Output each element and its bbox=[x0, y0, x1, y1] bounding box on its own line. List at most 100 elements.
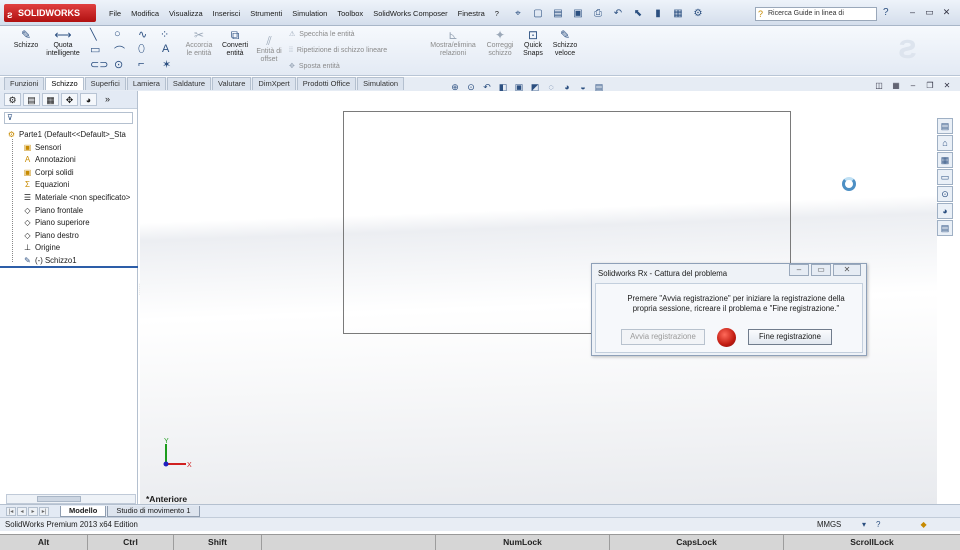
minimize-button[interactable]: – bbox=[905, 5, 920, 19]
last-tab-arrow-icon[interactable]: ▸| bbox=[39, 507, 49, 516]
sketch-button[interactable]: ✎ Schizzo bbox=[8, 28, 44, 50]
rectangle-icon[interactable]: ▭ bbox=[90, 43, 100, 56]
convert-entities-button[interactable]: ⧉ Converti entità bbox=[217, 28, 253, 58]
menu-finestra[interactable]: Finestra bbox=[453, 8, 490, 20]
tab-superfici[interactable]: Superfici bbox=[84, 77, 126, 90]
appearances-icon[interactable]: ◕ bbox=[937, 203, 953, 219]
menu-simulation[interactable]: Simulation bbox=[287, 8, 332, 20]
tab-schizzo[interactable]: Schizzo bbox=[45, 77, 84, 90]
next-tab-arrow-icon[interactable]: ▸ bbox=[28, 507, 38, 516]
tree-item-origine[interactable]: ⊥ Origine bbox=[0, 242, 138, 255]
first-tab-arrow-icon[interactable]: |◂ bbox=[6, 507, 16, 516]
tab-saldature[interactable]: Saldature bbox=[166, 77, 212, 90]
display-manager-tab-icon[interactable]: ◕ bbox=[80, 93, 97, 106]
select-arrow-icon[interactable]: ⬉ bbox=[630, 6, 646, 20]
tab-prodotti-office[interactable]: Prodotti Office bbox=[296, 77, 357, 90]
tree-item-piano-frontale[interactable]: ◇ Piano frontale bbox=[0, 205, 138, 218]
tab-modello[interactable]: Modello bbox=[60, 506, 107, 517]
tree-horizontal-scrollbar[interactable] bbox=[6, 494, 136, 504]
tree-item-corpi-solidi[interactable]: ▣ Corpi solidi bbox=[0, 167, 138, 180]
resources-icon[interactable]: ▤ bbox=[937, 118, 953, 134]
search-input[interactable]: ? Ricerca Guide in linea di bbox=[755, 7, 877, 21]
tab-funzioni[interactable]: Funzioni bbox=[4, 77, 45, 90]
stop-recording-button[interactable]: Fine registrazione bbox=[748, 329, 832, 345]
tree-item-materiale[interactable]: ☰ Materiale <non specificato> bbox=[0, 192, 138, 205]
undo-icon[interactable]: ↶ bbox=[610, 6, 626, 20]
tab-dimxpert[interactable]: DimXpert bbox=[252, 77, 296, 90]
menu-strumenti[interactable]: Strumenti bbox=[245, 8, 287, 20]
slot-icon[interactable]: ⊂⊃ bbox=[90, 58, 108, 71]
spline-icon[interactable]: ∿ bbox=[138, 28, 147, 41]
restore-button[interactable]: ▭ bbox=[922, 5, 937, 19]
custom-properties-icon[interactable]: ▤ bbox=[937, 220, 953, 236]
dialog-maximize-button[interactable]: ▭ bbox=[811, 264, 831, 276]
menu-visualizza[interactable]: Visualizza bbox=[164, 8, 208, 20]
quick-snaps-button[interactable]: ⊡ Quick Snaps bbox=[518, 28, 548, 58]
tab-motion-study[interactable]: Studio di movimento 1 bbox=[107, 506, 200, 517]
rebuild-status-icon[interactable]: ◆ bbox=[920, 518, 926, 531]
new-document-icon[interactable]: ▢ bbox=[530, 6, 546, 20]
move-entities-button[interactable]: ✥ Sposta entità bbox=[289, 61, 340, 73]
menu-modifica[interactable]: Modifica bbox=[126, 8, 164, 20]
save-icon[interactable]: ▣ bbox=[570, 6, 586, 20]
tab-valutare[interactable]: Valutare bbox=[212, 77, 252, 90]
file-properties-icon[interactable]: ▦ bbox=[670, 6, 686, 20]
circle-icon[interactable]: ○ bbox=[114, 28, 121, 40]
fillet-icon[interactable]: ⌐ bbox=[138, 58, 144, 70]
trim-entities-button[interactable]: ✂ Accorcia le entità bbox=[181, 28, 217, 58]
tree-item-equazioni[interactable]: Σ Equazioni bbox=[0, 179, 138, 192]
rapid-sketch-button[interactable]: ✎ Schizzo veloce bbox=[548, 28, 582, 58]
home-icon[interactable]: ⌂ bbox=[937, 135, 953, 151]
tree-item-sensori[interactable]: ▣ Sensori bbox=[0, 142, 138, 155]
tab-lamiera[interactable]: Lamiera bbox=[126, 77, 166, 90]
repair-sketch-button[interactable]: ✦ Correggi schizzo bbox=[482, 28, 518, 58]
menu-file[interactable]: File bbox=[104, 8, 126, 20]
close-button[interactable]: ✕ bbox=[939, 5, 954, 19]
rebuild-icon[interactable]: ▮ bbox=[650, 6, 666, 20]
tree-item-piano-superiore[interactable]: ◇ Piano superiore bbox=[0, 217, 138, 230]
tree-item-annotazioni[interactable]: A Annotazioni bbox=[0, 154, 138, 167]
arc-icon[interactable]: ⌒ bbox=[114, 43, 125, 59]
ellipse-icon[interactable]: ⬯ bbox=[138, 43, 145, 56]
help-tooltip-icon[interactable]: ? bbox=[876, 518, 880, 531]
open-folder-icon[interactable]: ▤ bbox=[550, 6, 566, 20]
prev-tab-arrow-icon[interactable]: ◂ bbox=[17, 507, 27, 516]
tree-filter-input[interactable]: ⊽ bbox=[4, 112, 133, 124]
tab-simulation[interactable]: Simulation bbox=[357, 77, 405, 90]
tree-root-part[interactable]: ⚙ Parte1 (Default<<Default>_Sta bbox=[0, 129, 138, 142]
menu-composer[interactable]: SolidWorks Composer bbox=[368, 8, 452, 20]
construction-icon[interactable]: ✶ bbox=[162, 58, 171, 71]
design-library-icon[interactable]: ▦ bbox=[937, 152, 953, 168]
viewport-close-button[interactable]: ✕ bbox=[940, 80, 954, 92]
unit-system[interactable]: MMGS bbox=[817, 518, 841, 531]
dropdown-arrow-icon[interactable]: ▾ bbox=[862, 518, 866, 531]
start-recording-button[interactable]: Avvia registrazione bbox=[621, 329, 705, 345]
tree-item-piano-destro[interactable]: ◇ Piano destro bbox=[0, 230, 138, 243]
scrollbar-thumb[interactable] bbox=[37, 496, 81, 502]
help-question-icon[interactable]: ? bbox=[883, 7, 889, 18]
print-icon[interactable]: ⎙ bbox=[590, 6, 606, 20]
pin-icon[interactable]: ⌖ bbox=[510, 6, 526, 20]
property-manager-tab-icon[interactable]: ▤ bbox=[23, 93, 40, 106]
expand-panel-icon[interactable]: » bbox=[99, 93, 116, 106]
file-explorer-icon[interactable]: ▭ bbox=[937, 169, 953, 185]
display-relations-button[interactable]: ⊾ Mostra/elimina relazioni bbox=[426, 28, 480, 58]
point-icon[interactable]: ⁘ bbox=[160, 28, 169, 41]
mirror-entities-button[interactable]: ⚠ Specchia le entità bbox=[289, 29, 355, 41]
line-icon[interactable]: ╲ bbox=[90, 28, 97, 41]
dialog-close-button[interactable]: ✕ bbox=[833, 264, 861, 276]
solidworks-logo[interactable]: ƨ SOLIDWORKS bbox=[4, 4, 96, 22]
offset-entities-button[interactable]: ⫽ Entità di offset bbox=[253, 34, 285, 64]
search-results-icon[interactable]: ⊙ bbox=[937, 186, 953, 202]
dialog-minimize-button[interactable]: – bbox=[789, 264, 809, 276]
configuration-tab-icon[interactable]: ▦ bbox=[42, 93, 59, 106]
dimxpert-tab-icon[interactable]: ✥ bbox=[61, 93, 78, 106]
menu-help[interactable]: ? bbox=[490, 8, 504, 20]
feature-tree-tab-icon[interactable]: ⚙ bbox=[4, 93, 21, 106]
rollback-bar[interactable] bbox=[0, 266, 138, 268]
menu-inserisci[interactable]: Inserisci bbox=[208, 8, 246, 20]
smart-dimension-button[interactable]: ⟷ Quota intelligente bbox=[44, 28, 82, 58]
menu-toolbox[interactable]: Toolbox bbox=[332, 8, 368, 20]
text-icon[interactable]: A bbox=[162, 43, 169, 55]
polygon-icon[interactable]: ⊙ bbox=[114, 58, 123, 71]
